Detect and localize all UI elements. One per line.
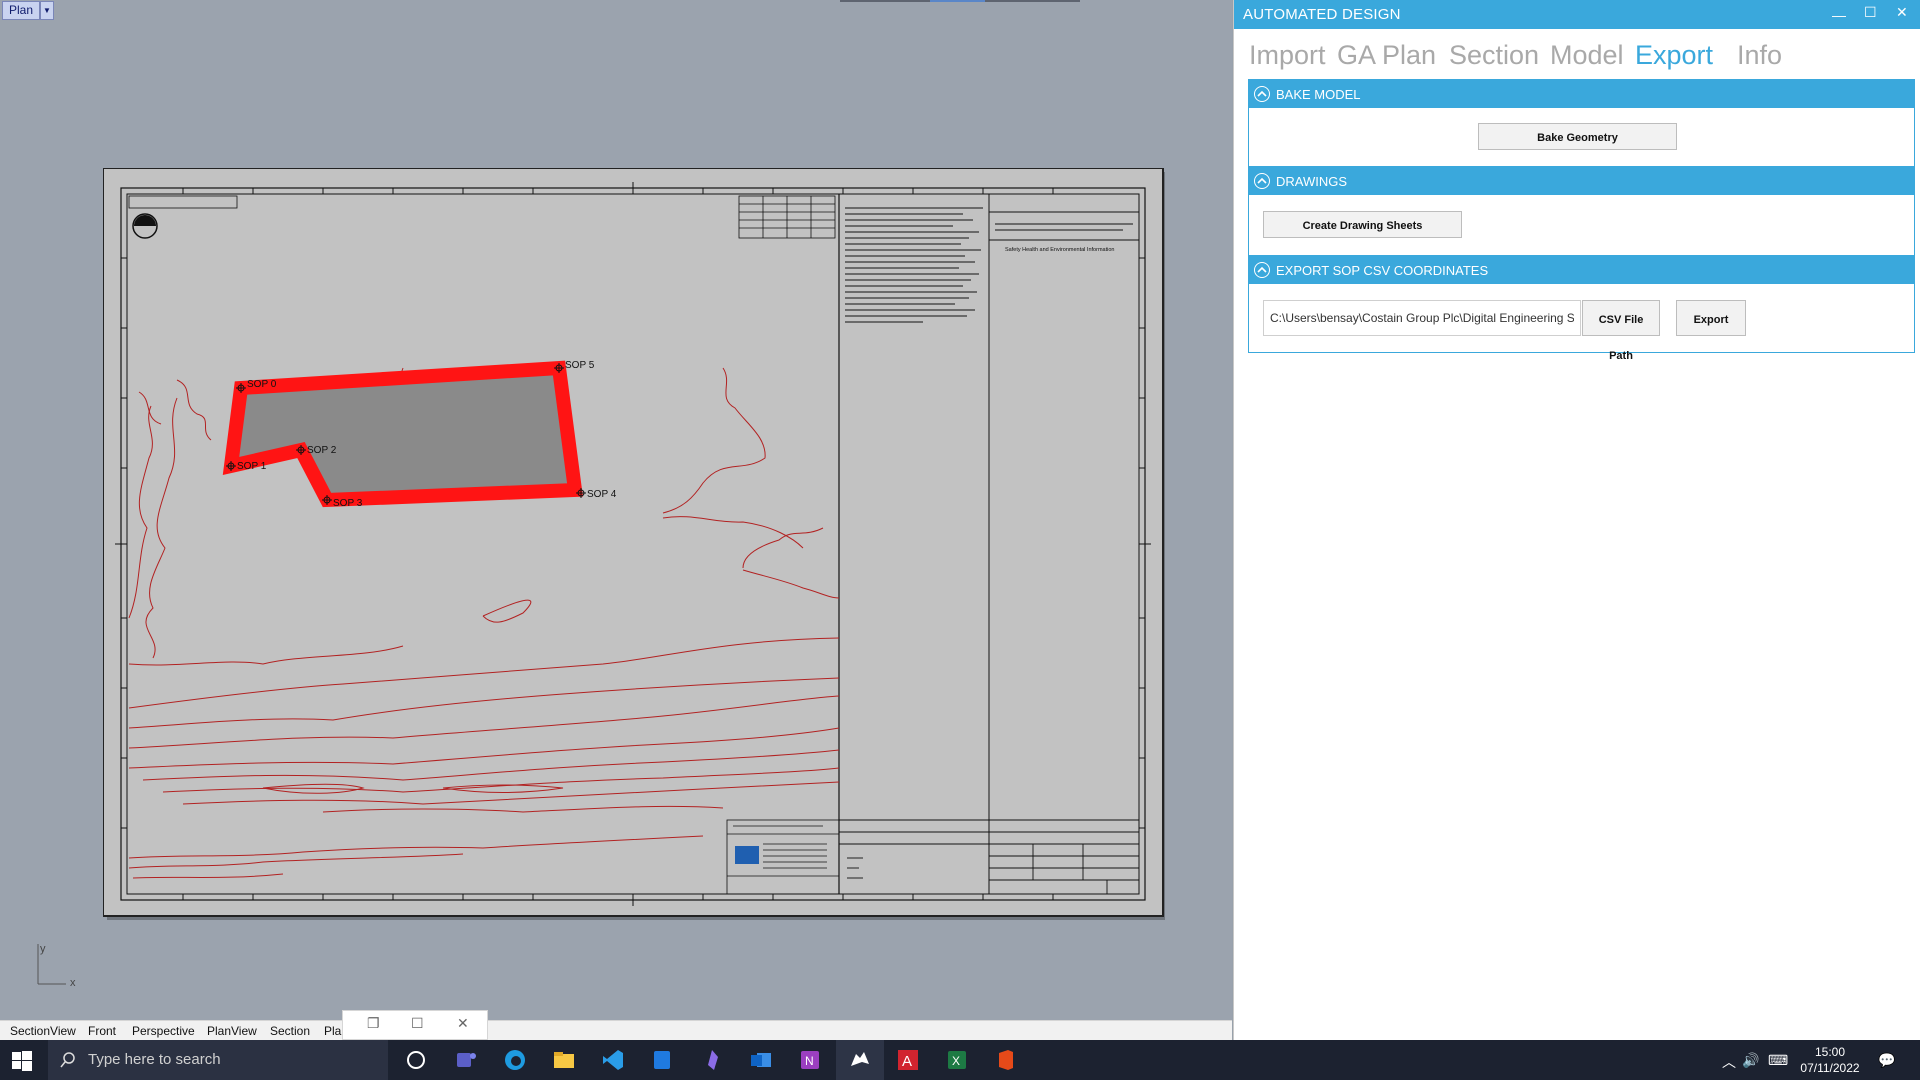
obsidian-icon[interactable]: [700, 1048, 724, 1072]
sop-label: SOP 2: [307, 445, 337, 456]
svg-text:y: y: [40, 943, 46, 955]
maximize-icon[interactable]: ☐: [1864, 4, 1877, 21]
bake-model-section: BAKE MODEL Bake Geometry: [1248, 79, 1915, 167]
tab-section[interactable]: Section: [1449, 40, 1539, 71]
viewport-top-indicator-active: [930, 0, 985, 2]
csv-path-input[interactable]: [1263, 300, 1581, 336]
collapse-chevron-icon[interactable]: [1254, 173, 1270, 189]
collapse-chevron-icon[interactable]: [1254, 86, 1270, 102]
viewport-tabs-bar: SectionView Front Perspective PlanView S…: [0, 1020, 1232, 1041]
viewport-menu-arrow-icon[interactable]: ▼: [40, 1, 54, 20]
svg-text:N: N: [805, 1054, 814, 1068]
title-block-text: Safety Health and Environmental Informat…: [1005, 247, 1114, 253]
world-axis-icon: y x: [37, 943, 76, 989]
volume-icon[interactable]: 🔊: [1742, 1052, 1759, 1069]
viewport-tab[interactable]: PlanView: [207, 1024, 257, 1038]
windows-taskbar: Type here to search N A X ︿ 🔊 ⌨ 15:00 07…: [0, 1040, 1920, 1080]
drawings-section: DRAWINGS Create Drawing Sheets: [1248, 166, 1915, 256]
close-icon[interactable]: ✕: [457, 1015, 469, 1032]
cortana-icon[interactable]: [404, 1048, 428, 1072]
close-icon[interactable]: ✕: [1896, 4, 1908, 21]
viewport-title-tab[interactable]: Plan: [2, 1, 41, 20]
export-sop-section: EXPORT SOP CSV COORDINATES CSV File Path…: [1248, 255, 1915, 362]
viewport-tab[interactable]: Pla: [324, 1024, 341, 1038]
floating-window-controls: ❐ ☐ ✕: [342, 1010, 488, 1040]
notifications-icon[interactable]: 💬: [1878, 1052, 1895, 1069]
rhino-viewport[interactable]: Plan ▼ Safety Health and Environmental I…: [0, 0, 1232, 1020]
viewport-tab[interactable]: SectionView: [10, 1024, 76, 1038]
tab-info[interactable]: Info: [1737, 40, 1782, 71]
panel-title: AUTOMATED DESIGN: [1243, 6, 1401, 23]
automated-design-panel: AUTOMATED DESIGN — ☐ ✕ Import GA Plan Se…: [1233, 0, 1920, 1040]
sop-label: SOP 5: [565, 360, 595, 371]
search-icon: [60, 1052, 75, 1068]
minimize-icon[interactable]: —: [1832, 7, 1846, 23]
drawing-sheet[interactable]: Safety Health and Environmental Informat…: [103, 168, 1165, 920]
company-logo: [735, 846, 759, 864]
panel-titlebar: AUTOMATED DESIGN — ☐ ✕: [1234, 0, 1920, 29]
create-drawing-sheets-button[interactable]: Create Drawing Sheets: [1263, 211, 1462, 238]
teams-icon[interactable]: [454, 1048, 478, 1072]
sop-label: SOP 3: [333, 498, 363, 509]
onenote-icon[interactable]: N: [798, 1048, 822, 1072]
taskbar-search-box[interactable]: Type here to search: [48, 1040, 388, 1080]
tab-ga-plan[interactable]: GA Plan: [1337, 40, 1436, 71]
sop-label: SOP 4: [587, 489, 617, 500]
svg-text:A: A: [902, 1053, 912, 1070]
viewport-tab[interactable]: Front: [88, 1024, 116, 1038]
sop-label: SOP 1: [237, 461, 267, 472]
export-sop-header[interactable]: EXPORT SOP CSV COORDINATES: [1249, 256, 1914, 284]
excel-icon[interactable]: X: [945, 1048, 969, 1072]
outlook-icon[interactable]: [749, 1048, 773, 1072]
viewport-tab[interactable]: Perspective: [132, 1024, 195, 1038]
maximize-icon[interactable]: ☐: [411, 1015, 424, 1032]
viewport-tab[interactable]: Section: [270, 1024, 310, 1038]
sop-label: SOP 0: [247, 379, 277, 390]
tray-chevron-icon[interactable]: ︿: [1722, 1052, 1736, 1072]
autocad-icon[interactable]: A: [896, 1048, 920, 1072]
restore-icon[interactable]: ❐: [367, 1015, 380, 1032]
collapse-chevron-icon[interactable]: [1254, 262, 1270, 278]
drawings-header[interactable]: DRAWINGS: [1249, 167, 1914, 195]
tab-model[interactable]: Model: [1550, 40, 1624, 71]
office-icon[interactable]: [994, 1048, 1018, 1072]
file-explorer-icon[interactable]: [552, 1048, 576, 1072]
bake-geometry-button[interactable]: Bake Geometry: [1478, 123, 1677, 150]
files-app-icon[interactable]: [650, 1048, 674, 1072]
taskbar-clock[interactable]: 15:00 07/11/2022: [1785, 1044, 1875, 1076]
edge-icon[interactable]: [503, 1048, 527, 1072]
rhino-icon[interactable]: [848, 1048, 872, 1072]
tab-import[interactable]: Import: [1249, 40, 1326, 71]
bake-model-header[interactable]: BAKE MODEL: [1249, 80, 1914, 108]
export-button[interactable]: Export: [1676, 300, 1746, 336]
tab-export[interactable]: Export: [1635, 40, 1713, 71]
svg-text:x: x: [70, 977, 76, 989]
windows-start-icon[interactable]: [12, 1051, 32, 1071]
vscode-icon[interactable]: [601, 1048, 625, 1072]
csv-file-path-button[interactable]: CSV File Path: [1582, 300, 1660, 362]
svg-text:X: X: [952, 1054, 960, 1068]
